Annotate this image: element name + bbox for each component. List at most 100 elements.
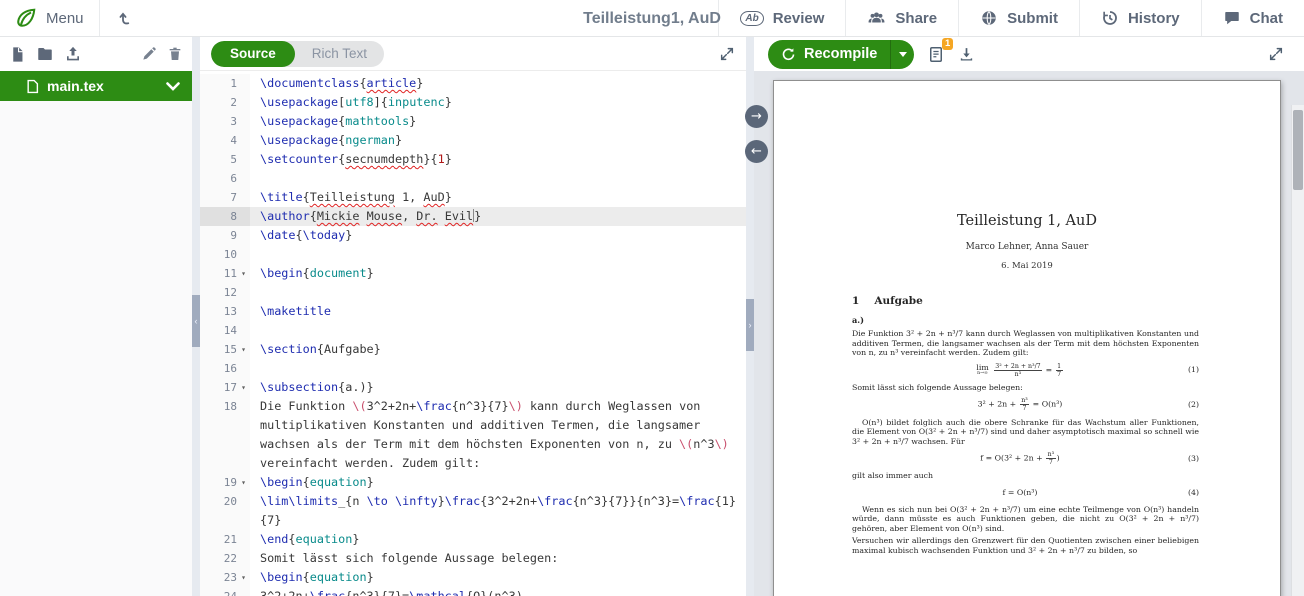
chevron-down-icon[interactable] bbox=[166, 82, 180, 91]
rename-pencil-button[interactable] bbox=[141, 46, 157, 62]
fold-caret-icon[interactable]: ▾ bbox=[237, 473, 250, 492]
new-file-button[interactable] bbox=[9, 46, 26, 63]
fold-caret-icon[interactable]: ▾ bbox=[237, 568, 250, 587]
line-number-gutter[interactable]: 12 bbox=[200, 283, 250, 302]
upload-file-button[interactable] bbox=[64, 45, 82, 63]
download-pdf-button[interactable] bbox=[958, 46, 975, 63]
code-line-text[interactable]: \usepackage{ngerman} bbox=[250, 131, 746, 150]
line-number-gutter[interactable]: 1 bbox=[200, 74, 250, 93]
code-line-text[interactable]: \begin{document} bbox=[250, 264, 746, 283]
line-number-gutter[interactable]: 3 bbox=[200, 112, 250, 131]
pdf-fullscreen-icon[interactable] bbox=[1268, 46, 1284, 62]
code-line-text[interactable]: \maketitle bbox=[250, 302, 746, 321]
code-line[interactable]: 4\usepackage{ngerman} bbox=[200, 131, 746, 150]
source-tab[interactable]: Source bbox=[211, 41, 295, 67]
rich-text-tab[interactable]: Rich Text bbox=[295, 41, 384, 67]
recompile-button[interactable]: Recompile bbox=[768, 40, 890, 69]
code-line-text[interactable] bbox=[250, 283, 746, 302]
code-line-text[interactable] bbox=[250, 245, 746, 264]
code-line[interactable]: 7\title{Teilleistung 1, AuD} bbox=[200, 188, 746, 207]
line-number-gutter[interactable]: 9 bbox=[200, 226, 250, 245]
code-line-text[interactable]: \end{equation} bbox=[250, 530, 746, 549]
code-line[interactable]: 20\lim\limits_{n \to \infty}\frac{3^2+2n… bbox=[200, 492, 746, 530]
line-number-gutter[interactable]: 21 bbox=[200, 530, 250, 549]
code-line[interactable]: 6 bbox=[200, 169, 746, 188]
delete-trash-button[interactable] bbox=[167, 46, 183, 62]
history-button[interactable]: History bbox=[1079, 0, 1201, 36]
line-number-gutter[interactable]: 13 bbox=[200, 302, 250, 321]
line-number-gutter[interactable]: 17▾ bbox=[200, 378, 250, 397]
code-line-text[interactable]: \subsection{a.)} bbox=[250, 378, 746, 397]
line-number-gutter[interactable]: 22 bbox=[200, 549, 250, 568]
code-line-text[interactable]: \date{\today} bbox=[250, 226, 746, 245]
line-number-gutter[interactable]: 7 bbox=[200, 188, 250, 207]
line-number-gutter[interactable]: 5 bbox=[200, 150, 250, 169]
code-line-text[interactable]: Somit lässt sich folgende Aussage belege… bbox=[250, 549, 746, 568]
file-tree-resizer-handle[interactable]: ‹ bbox=[192, 295, 200, 347]
code-line[interactable]: 8\author{Mickie Mouse, Dr. Evil} bbox=[200, 207, 746, 226]
code-line-text[interactable]: \usepackage{mathtools} bbox=[250, 112, 746, 131]
code-line[interactable]: 19▾\begin{equation} bbox=[200, 473, 746, 492]
code-line[interactable]: 9\date{\today} bbox=[200, 226, 746, 245]
fold-caret-icon[interactable]: ▾ bbox=[237, 264, 250, 283]
code-line[interactable]: 14 bbox=[200, 321, 746, 340]
code-line[interactable]: 1\documentclass{article} bbox=[200, 74, 746, 93]
code-line-text[interactable]: Die Funktion \(3^2+2n+\frac{n^3}{7}\) ka… bbox=[250, 397, 746, 473]
review-button[interactable]: Ab Review bbox=[718, 0, 845, 36]
pdf-viewer[interactable]: Teilleistung 1, AuD Marco Lehner, Anna S… bbox=[754, 71, 1304, 596]
line-number-gutter[interactable]: 2 bbox=[200, 93, 250, 112]
line-number-gutter[interactable]: 18 bbox=[200, 397, 250, 473]
code-line[interactable]: 5\setcounter{secnumdepth}{1} bbox=[200, 150, 746, 169]
code-line[interactable]: 12 bbox=[200, 283, 746, 302]
line-number-gutter[interactable]: 6 bbox=[200, 169, 250, 188]
code-line[interactable]: 23▾\begin{equation} bbox=[200, 568, 746, 587]
new-folder-button[interactable] bbox=[36, 45, 54, 63]
code-line[interactable]: 17▾\subsection{a.)} bbox=[200, 378, 746, 397]
file-item-main-tex[interactable]: main.tex bbox=[0, 71, 192, 101]
code-line[interactable]: 13\maketitle bbox=[200, 302, 746, 321]
line-number-gutter[interactable]: 16 bbox=[200, 359, 250, 378]
code-line-text[interactable] bbox=[250, 169, 746, 188]
recompile-options-button[interactable] bbox=[890, 40, 914, 69]
code-line[interactable]: 3\usepackage{mathtools} bbox=[200, 112, 746, 131]
code-line-text[interactable]: \begin{equation} bbox=[250, 568, 746, 587]
line-number-gutter[interactable]: 19▾ bbox=[200, 473, 250, 492]
code-editor[interactable]: 1\documentclass{article}2\usepackage[utf… bbox=[200, 71, 746, 596]
code-line[interactable]: 21\end{equation} bbox=[200, 530, 746, 549]
submit-button[interactable]: Submit bbox=[958, 0, 1079, 36]
line-number-gutter[interactable]: 4 bbox=[200, 131, 250, 150]
line-number-gutter[interactable]: 15▾ bbox=[200, 340, 250, 359]
code-line-text[interactable]: \section{Aufgabe} bbox=[250, 340, 746, 359]
code-line-text[interactable]: \documentclass{article} bbox=[250, 74, 746, 93]
code-line-text[interactable]: \author{Mickie Mouse, Dr. Evil} bbox=[250, 207, 746, 226]
editor-fullscreen-icon[interactable] bbox=[719, 46, 735, 62]
code-line[interactable]: 15▾\section{Aufgabe} bbox=[200, 340, 746, 359]
code-line-text[interactable]: \usepackage[utf8]{inputenc} bbox=[250, 93, 746, 112]
line-number-gutter[interactable]: 23▾ bbox=[200, 568, 250, 587]
pdf-scrollbar[interactable] bbox=[1291, 105, 1304, 596]
code-line-text[interactable]: \title{Teilleistung 1, AuD} bbox=[250, 188, 746, 207]
code-line[interactable]: 18Die Funktion \(3^2+2n+\frac{n^3}{7}\) … bbox=[200, 397, 746, 473]
fold-caret-icon[interactable]: ▾ bbox=[237, 378, 250, 397]
code-line-text[interactable]: \lim\limits_{n \to \infty}\frac{3^2+2n+\… bbox=[250, 492, 746, 530]
pdf-resizer-handle[interactable]: › bbox=[746, 299, 754, 351]
code-line[interactable]: 243^2+2n+\frac{n^3}{7}=\mathcal{O}(n^3) bbox=[200, 587, 746, 596]
code-line-text[interactable] bbox=[250, 359, 746, 378]
line-number-gutter[interactable]: 11▾ bbox=[200, 264, 250, 283]
collapse-pdf-button[interactable]: ← bbox=[745, 140, 768, 163]
code-line[interactable]: 16 bbox=[200, 359, 746, 378]
code-line[interactable]: 11▾\begin{document} bbox=[200, 264, 746, 283]
line-number-gutter[interactable]: 20 bbox=[200, 492, 250, 530]
code-line-text[interactable] bbox=[250, 321, 746, 340]
menu-button[interactable]: Menu bbox=[0, 0, 99, 36]
publish-button[interactable] bbox=[100, 0, 152, 36]
line-number-gutter[interactable]: 14 bbox=[200, 321, 250, 340]
code-line[interactable]: 22Somit lässt sich folgende Aussage bele… bbox=[200, 549, 746, 568]
logs-button[interactable]: 1 bbox=[927, 45, 945, 64]
line-number-gutter[interactable]: 8 bbox=[200, 207, 250, 226]
code-line-text[interactable]: \begin{equation} bbox=[250, 473, 746, 492]
chat-button[interactable]: Chat bbox=[1201, 0, 1304, 36]
pdf-scrollbar-thumb[interactable] bbox=[1293, 110, 1303, 190]
code-line[interactable]: 10 bbox=[200, 245, 746, 264]
collapse-editor-button[interactable]: → bbox=[745, 105, 768, 128]
